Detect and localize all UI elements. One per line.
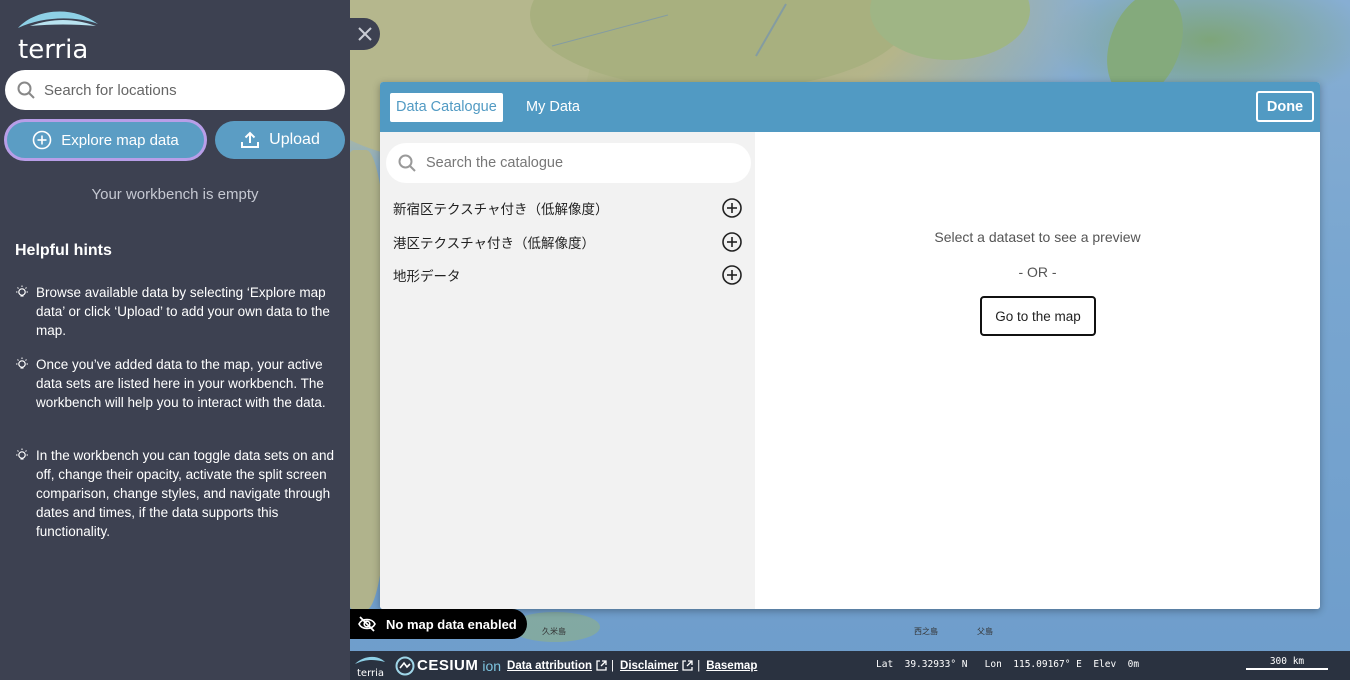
terria-logo[interactable]: terria bbox=[16, 6, 106, 65]
terria-small-wordmark: terria bbox=[357, 668, 384, 678]
explore-map-data-label: Explore map data bbox=[61, 131, 179, 149]
modal-header: Data Catalogue My Data Done bbox=[380, 82, 1320, 132]
catalogue-search-input[interactable] bbox=[426, 155, 726, 171]
location-search[interactable] bbox=[5, 70, 345, 110]
catalogue-search[interactable] bbox=[386, 143, 751, 183]
preview-or: - OR - bbox=[1018, 264, 1057, 280]
eye-off-icon bbox=[358, 616, 376, 632]
bottom-status-bar: terria CESIUM ion Data attribution | Dis… bbox=[350, 651, 1350, 680]
map-place-label: 西之島 bbox=[914, 627, 938, 636]
coordinates-readout: Lat 39.32933° N Lon 115.09167° E Elev 0m bbox=[876, 659, 1140, 670]
search-icon bbox=[398, 154, 416, 172]
no-map-data-label: No map data enabled bbox=[386, 616, 517, 632]
workbench-empty-message: Your workbench is empty bbox=[91, 186, 259, 203]
go-to-map-button[interactable]: Go to the map bbox=[980, 296, 1096, 336]
disclaimer-link[interactable]: Disclaimer bbox=[620, 660, 678, 672]
done-button[interactable]: Done bbox=[1256, 91, 1314, 122]
lightbulb-icon bbox=[15, 283, 36, 340]
catalogue-item-label: 港区テクスチャ付き（低解像度） bbox=[393, 236, 595, 252]
terria-small-logo-icon[interactable]: terria bbox=[353, 654, 387, 678]
location-search-input[interactable] bbox=[44, 81, 314, 99]
hint-item: In the workbench you can toggle data set… bbox=[15, 446, 337, 541]
preview-pane: Select a dataset to see a preview - OR -… bbox=[755, 132, 1320, 609]
add-plus-circle-icon[interactable] bbox=[721, 231, 743, 253]
terria-wordmark: terria bbox=[18, 35, 88, 64]
close-icon bbox=[358, 27, 372, 41]
tab-data-catalogue[interactable]: Data Catalogue bbox=[390, 93, 503, 122]
lightbulb-icon bbox=[15, 355, 36, 412]
data-attribution-link[interactable]: Data attribution bbox=[507, 660, 592, 672]
map-place-label: 久米島 bbox=[542, 627, 566, 636]
explore-map-data-button[interactable]: Explore map data bbox=[4, 119, 207, 161]
hint-text: In the workbench you can toggle data set… bbox=[36, 448, 334, 539]
data-catalogue-modal: Data Catalogue My Data Done 新宿区テクスチャ付き（低… bbox=[380, 82, 1320, 609]
separator: | bbox=[697, 659, 701, 672]
external-link-icon bbox=[596, 660, 607, 671]
basemap-link[interactable]: Basemap bbox=[706, 660, 757, 672]
hint-text: Browse available data by selecting ‘Expl… bbox=[36, 285, 330, 338]
cesium-logo-icon[interactable] bbox=[395, 656, 415, 676]
cesium-wordmark: CESIUM bbox=[417, 657, 479, 674]
search-icon bbox=[17, 81, 35, 99]
catalogue-item-label: 地形データ bbox=[393, 269, 461, 285]
tab-my-data[interactable]: My Data bbox=[526, 93, 580, 122]
external-link-icon bbox=[682, 660, 693, 671]
map-land bbox=[870, 0, 1030, 60]
plus-circle-icon bbox=[32, 130, 52, 150]
hint-item: Browse available data by selecting ‘Expl… bbox=[15, 283, 337, 340]
separator: | bbox=[611, 659, 615, 672]
upload-button[interactable]: Upload bbox=[215, 121, 345, 159]
helpful-hints-title: Helpful hints bbox=[15, 242, 112, 259]
map-place-label: 父島 bbox=[977, 627, 993, 636]
scale-bar: 300 km bbox=[1246, 656, 1328, 670]
catalogue-item[interactable]: 港区テクスチャ付き（低解像度） bbox=[393, 227, 743, 257]
add-plus-circle-icon[interactable] bbox=[721, 264, 743, 286]
cesium-ion-wordmark: ion bbox=[482, 657, 502, 674]
hint-item: Once you’ve added data to the map, your … bbox=[15, 355, 337, 412]
upload-label: Upload bbox=[269, 131, 320, 148]
hint-text: Once you’ve added data to the map, your … bbox=[36, 357, 326, 410]
lightbulb-icon bbox=[15, 446, 36, 541]
sidebar: terria Explore map data Upload Your work… bbox=[0, 0, 350, 680]
terria-logo-icon: terria bbox=[18, 11, 98, 65]
catalogue-item[interactable]: 地形データ bbox=[393, 260, 743, 290]
no-map-data-indicator: No map data enabled bbox=[350, 609, 527, 639]
upload-icon bbox=[241, 131, 260, 148]
catalogue-item[interactable]: 新宿区テクスチャ付き（低解像度） bbox=[393, 193, 743, 223]
catalogue-pane: 新宿区テクスチャ付き（低解像度） 港区テクスチャ付き（低解像度） 地形データ bbox=[380, 132, 755, 609]
add-plus-circle-icon[interactable] bbox=[721, 197, 743, 219]
catalogue-item-label: 新宿区テクスチャ付き（低解像度） bbox=[393, 202, 609, 218]
preview-message: Select a dataset to see a preview bbox=[934, 229, 1141, 245]
